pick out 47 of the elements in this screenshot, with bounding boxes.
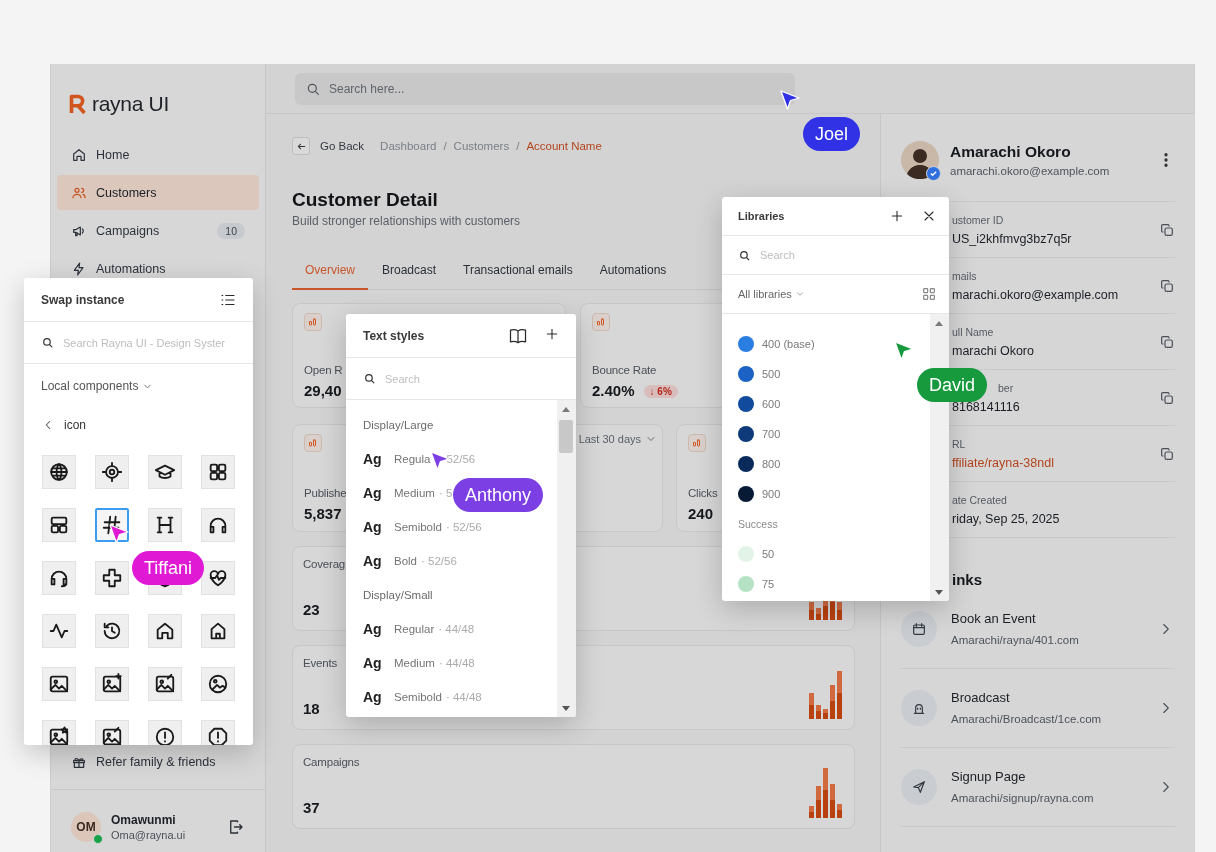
panel-title: Text styles [363, 328, 425, 343]
customer-email: amarachi.okoro@example.com [950, 163, 1110, 178]
group-heading: Display/Large [363, 418, 434, 433]
stat-value: 29,40 [304, 382, 342, 400]
field-value: marachi Okoro [952, 342, 1034, 359]
field-label: ate Created [952, 492, 1007, 507]
field-value: marachi.okoro@example.com [952, 286, 1119, 303]
summary-label: Coverag [303, 557, 346, 572]
page-subtitle: Build stronger relationships with customers [292, 213, 521, 229]
stat-value: 240 [688, 505, 714, 523]
stat-value: 5,837 [304, 505, 342, 523]
stat-label: Open R [304, 363, 343, 378]
stat-value: 2.40% [592, 382, 635, 400]
summary-label: Campaigns [303, 755, 360, 770]
customer-name: Amarachi Okoro [950, 142, 1072, 161]
page-title: Customer Detail [292, 188, 438, 212]
stat-label: Clicks [688, 486, 718, 501]
summary-value: 23 [303, 601, 320, 619]
field-label: mails [952, 268, 977, 283]
stat-label: Bounce Rate [592, 363, 657, 378]
collaborator-tooltip: David [917, 368, 988, 402]
user-avatar: OM [71, 812, 101, 842]
field-label: ber [998, 380, 1014, 395]
stat-label: Publishe [304, 486, 347, 501]
panel-title: Libraries [738, 210, 785, 222]
group-heading: Display/Small [363, 588, 433, 603]
field-value: riday, Sep 25, 2025 [952, 510, 1060, 527]
summary-label: Events [303, 656, 337, 671]
collaborator-tooltip: Anthony [453, 478, 544, 512]
change-badge: ↓ 6% [643, 384, 678, 398]
summary-value: 18 [303, 700, 320, 718]
field-label: RL [952, 436, 966, 451]
folder-name: icon [64, 418, 86, 432]
group-heading: Success [738, 517, 778, 532]
summary-value: 37 [303, 799, 320, 817]
user-email: Oma@rayna.ui [111, 829, 186, 841]
collaborator-tooltip: Tiffani [132, 551, 205, 585]
breadcrumb-separator: / [443, 140, 447, 152]
user-name: Omawunmi [111, 813, 177, 827]
field-value: US_i2khfmvg3bz7q5r [952, 230, 1072, 247]
breadcrumb-separator: / [516, 140, 520, 152]
count-badge: 10 [217, 222, 245, 239]
field-label: ull Name [952, 324, 994, 339]
panel-title: Swap instance [41, 292, 125, 307]
section-title: inks [952, 570, 982, 590]
logo-text: rayna UI [92, 92, 169, 116]
field-label: ustomer ID [952, 212, 1004, 227]
